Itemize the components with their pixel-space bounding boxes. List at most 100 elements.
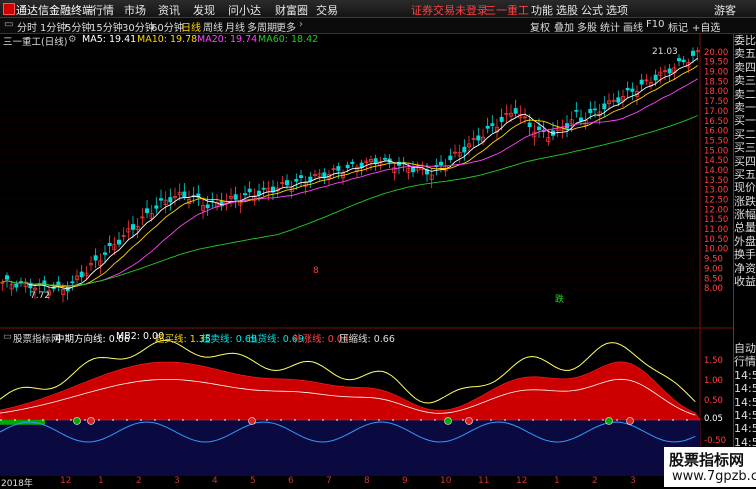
side-panel-item[interactable]: 收益 [734, 275, 756, 288]
side-panel-item[interactable]: 14:50 [734, 382, 756, 395]
menu-trade[interactable]: 交易 [316, 2, 338, 18]
candle-body [383, 158, 387, 160]
menu-news[interactable]: 资讯 [158, 2, 180, 18]
side-panel-item[interactable]: 涨跌 [734, 195, 756, 208]
side-panel-item[interactable]: 涨幅 [734, 208, 756, 221]
tab-period-15m[interactable]: 15分钟 [90, 19, 123, 34]
date-tick-label: 4 [212, 476, 218, 486]
side-panel-item[interactable] [734, 288, 756, 301]
candle-body [14, 283, 19, 288]
signal-marker-icon [73, 417, 81, 425]
menu-function[interactable]: 功能 [531, 2, 553, 18]
signal-marker-icon [605, 417, 613, 425]
indicator-info-bar: ▭ 股票指标网 中期方向线: 0.66 MB2: 0.00 超买线: 1.35 … [0, 331, 730, 345]
guest-label[interactable]: 游客 [714, 2, 736, 18]
menu-discover[interactable]: 发现 [193, 2, 215, 18]
side-panel-item[interactable]: 卖三 [734, 74, 756, 87]
menu-formula[interactable]: 公式 [581, 2, 603, 18]
price-tick-label: 9.00 [704, 264, 723, 274]
candle-body [513, 108, 518, 114]
price-tick-label: 14.00 [704, 166, 728, 176]
date-tick-label: 12 [60, 476, 72, 486]
btn-f10[interactable]: F10 [646, 19, 664, 30]
candle-body [103, 252, 107, 255]
side-panel-item[interactable]: 14:50 [734, 422, 756, 435]
btn-statistics[interactable]: 统计 [600, 19, 620, 34]
btn-multi-stock[interactable]: 多股 [577, 19, 597, 34]
side-panel-item[interactable] [734, 302, 756, 315]
candle-body [411, 166, 415, 173]
watermark-url: www.7gpzb.com [672, 469, 756, 484]
tab-period-day[interactable]: 日线 [181, 19, 201, 34]
side-panel-item[interactable]: 净资 [734, 262, 756, 275]
side-panel-item[interactable]: 买三 [734, 141, 756, 154]
side-panel-item[interactable] [734, 329, 756, 342]
indicator-toggle-icon[interactable]: ▭ [3, 331, 12, 342]
candle-body [294, 179, 299, 182]
menu-ask[interactable]: 问小达 [228, 2, 261, 18]
candle-body [579, 117, 583, 122]
side-panel-item[interactable]: 卖五 [734, 47, 756, 60]
side-panel-item[interactable]: 委比 [734, 34, 756, 47]
indicator-lower-zone [0, 420, 700, 476]
tab-period-1m[interactable]: 1分钟 [40, 19, 66, 34]
menu-market[interactable]: 市场 [124, 2, 146, 18]
side-panel-item[interactable]: 卖一 [734, 101, 756, 114]
date-tick-label: 3 [174, 476, 180, 486]
candle-body [19, 281, 23, 283]
price-tick-label: 14.50 [704, 156, 728, 166]
candle-body [145, 208, 149, 214]
tab-period-fenshi[interactable]: 分时 [17, 19, 37, 34]
side-panel-item[interactable]: 卖四 [734, 61, 756, 74]
side-panel-item[interactable]: 换手 [734, 248, 756, 261]
menu-quotes[interactable]: 行情 [92, 2, 114, 18]
side-panel-item[interactable]: 自动 [734, 342, 756, 355]
side-panel-item[interactable]: 14:50 [734, 396, 756, 409]
tab-period-30m[interactable]: 30分钟 [122, 19, 155, 34]
candle-body [205, 204, 210, 209]
side-panel-item[interactable]: 14:50 [734, 369, 756, 382]
side-panel-item[interactable]: 现价 [734, 181, 756, 194]
side-panel-item[interactable]: 买二 [734, 128, 756, 141]
price-tick-label: 10.00 [704, 245, 728, 255]
signal-marker-icon [444, 417, 452, 425]
btn-restore-rights[interactable]: 复权 [530, 19, 550, 34]
low-price-label: 7.72 [30, 291, 50, 301]
price-tick-label: 11.00 [704, 225, 728, 235]
price-tick-label: 19.50 [704, 58, 728, 68]
btn-mark[interactable]: 标记 [668, 19, 688, 34]
side-panel-item[interactable]: 买五 [734, 168, 756, 181]
candle-body [107, 242, 112, 247]
indicator-name: 股票指标网 [13, 334, 61, 345]
candle-body [537, 126, 541, 131]
login-notice[interactable]: 证券交易未登录 [411, 2, 488, 18]
date-tick-label: 2018年 [1, 479, 33, 489]
tab-period-5m[interactable]: 5分钟 [65, 19, 91, 34]
side-panel-item[interactable]: 买四 [734, 155, 756, 168]
kline-chart[interactable]: 20.0019.5019.0018.5018.0017.5017.0016.50… [0, 34, 733, 476]
menu-select-stock[interactable]: 选股 [556, 2, 578, 18]
side-panel-item[interactable]: 总量 [734, 221, 756, 234]
candle-body [373, 158, 378, 164]
side-panel-item[interactable]: 14:50 [734, 409, 756, 422]
tab-period-60m[interactable]: 60分钟 [151, 19, 184, 34]
candle-body [499, 116, 504, 122]
tab-period-more[interactable]: 更多 [276, 19, 296, 34]
side-panel-item[interactable]: 行情 [734, 355, 756, 368]
tab-period-multi[interactable]: 多周期 [247, 19, 277, 34]
btn-overlay[interactable]: 叠加 [554, 19, 574, 34]
side-panel-item[interactable]: 外盘 [734, 235, 756, 248]
btn-draw[interactable]: 画线 [623, 19, 643, 34]
candle-body [485, 125, 490, 129]
more-chevron-icon[interactable]: › [299, 19, 303, 30]
menu-options[interactable]: 选项 [606, 2, 628, 18]
btn-add-watchlist[interactable]: +自选 [692, 19, 720, 34]
tab-period-month[interactable]: 月线 [225, 19, 245, 34]
side-panel-item[interactable]: 卖二 [734, 88, 756, 101]
menu-wealth[interactable]: 财富圈 [275, 2, 308, 18]
date-tick-label: 1 [554, 476, 560, 486]
app-logo-icon [3, 3, 15, 15]
side-panel-item[interactable]: 买一 [734, 114, 756, 127]
side-panel-item[interactable] [734, 315, 756, 328]
tab-period-week[interactable]: 周线 [203, 19, 223, 34]
